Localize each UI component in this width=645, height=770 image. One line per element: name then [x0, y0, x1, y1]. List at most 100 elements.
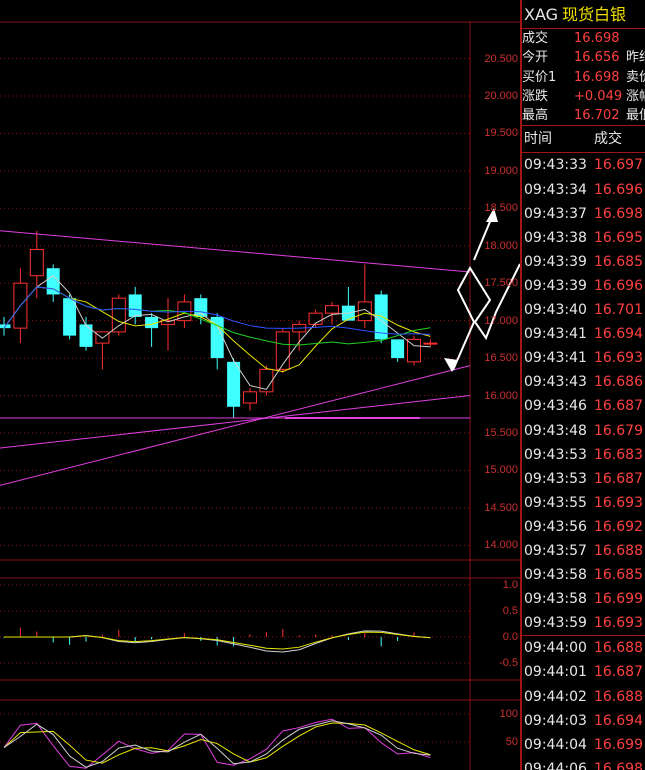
candle-body: [46, 268, 60, 295]
tick-price: 16.699: [594, 736, 643, 753]
tick-price: 16.693: [594, 494, 643, 511]
candle-body: [227, 361, 241, 407]
tick-price: 16.698: [594, 760, 643, 770]
tick-price: 16.688: [594, 640, 643, 657]
instrument-title: XAG 现货白银: [522, 0, 645, 29]
quote-label-2: 昨结: [626, 50, 645, 66]
axis-tick-label: 16.500: [484, 352, 518, 365]
axis-tick-label: 50: [505, 736, 518, 748]
tick-time: 09:43:53: [524, 470, 587, 487]
tick-time: 09:43:33: [524, 157, 587, 174]
tick-row: 09:43:55 16.693: [522, 491, 645, 515]
tick-list[interactable]: 09:43:33 16.697 09:43:34 16.696 09:43:37 16.6…: [522, 153, 645, 770]
tick-time: 09:43:39: [524, 277, 587, 294]
quote-row: 最高 16.702 最低: [522, 106, 645, 125]
tick-row: 09:43:53 16.687: [522, 467, 645, 491]
kline-chart[interactable]: 20.500 20.000 19.500 19.000 18.500 18.000 17.5…: [0, 0, 520, 770]
tick-row: 09:43:41 16.694: [522, 322, 645, 346]
quote-panel: XAG现货白银 成交 16.698 今开 16.656 昨结买价1 16.698 卖价涨跌 +…: [520, 0, 645, 770]
tick-price: 16.679: [594, 422, 643, 439]
axis-tick-label: 18.500: [484, 202, 518, 215]
tick-time: 09:43:40: [524, 302, 587, 319]
tick-row: 09:44:06 16.698: [522, 757, 645, 770]
axis-tick-label: 100: [499, 708, 518, 720]
ticks-header-price: 成交: [594, 131, 622, 148]
axis-tick-label: 18.000: [484, 239, 518, 252]
tick-time: 09:43:56: [524, 518, 587, 535]
tick-row: 09:43:41 16.693: [522, 346, 645, 370]
tick-time: 09:43:46: [524, 398, 587, 415]
quote-label: 最高: [522, 108, 549, 124]
tick-row: 09:43:40 16.701: [522, 298, 645, 322]
tick-time: 09:44:06: [524, 760, 587, 770]
tick-row: 09:44:02 16.688: [522, 685, 645, 709]
tick-price: 16.692: [594, 518, 643, 535]
tick-row: 09:43:48 16.679: [522, 419, 645, 443]
tick-price: 16.688: [594, 688, 643, 705]
quote-label: 成交: [522, 31, 549, 46]
quote-value: +0.049: [574, 88, 623, 104]
axis-tick-label: 17.500: [484, 277, 518, 290]
quote-label-2: 卖价: [626, 69, 645, 85]
tick-price: 16.693: [594, 350, 643, 367]
quote-row: 买价1 16.698 卖价: [522, 68, 645, 87]
tick-row: 09:43:58 16.685: [522, 563, 645, 587]
tick-price: 16.683: [594, 446, 643, 463]
tick-time: 09:43:38: [524, 229, 587, 246]
candle-body: [325, 305, 339, 314]
quote-label: 买价1: [522, 69, 557, 85]
axis-tick-label: 14.500: [484, 501, 518, 514]
tick-time: 09:43:48: [524, 422, 587, 439]
quote-label-2: 最低: [626, 108, 645, 124]
kline-chart-canvas[interactable]: [0, 0, 520, 770]
axis-tick-label: 19.500: [484, 127, 518, 140]
tick-time: 09:43:41: [524, 326, 587, 343]
tick-price: 16.701: [594, 302, 643, 319]
candle-body: [357, 301, 372, 322]
tick-row: 09:43:58 16.699: [522, 587, 645, 611]
quote-summary: 成交 16.698 今开 16.656 昨结买价1 16.698 卖价涨跌 +0.049涨幅最…: [522, 29, 645, 125]
axis-tick-label: 0.5: [502, 605, 518, 617]
tick-row: 09:43:38 16.695: [522, 226, 645, 250]
tick-price: 16.699: [594, 591, 643, 608]
ticks-header: 时间 成交: [522, 125, 645, 154]
tick-time: 09:43:41: [524, 350, 587, 367]
tick-row: 09:43:43 16.686: [522, 370, 645, 394]
tick-price: 16.685: [594, 253, 643, 270]
tick-row: 09:44:04 16.699: [522, 733, 645, 757]
tick-row: 09:43:39 16.696: [522, 274, 645, 298]
axis-tick-label: 14.000: [484, 539, 518, 552]
tick-time: 09:43:37: [524, 205, 587, 222]
tick-price: 16.687: [594, 470, 643, 487]
quote-value: 16.698: [574, 69, 620, 85]
tick-price: 16.694: [594, 326, 643, 343]
tick-price: 16.693: [594, 615, 643, 632]
tick-row: 09:43:59 16.693: [522, 611, 645, 635]
instrument-name: 现货白银: [562, 5, 627, 24]
tick-time: 09:43:43: [524, 374, 587, 391]
tick-time: 09:43:59: [524, 615, 587, 632]
tick-row: 09:43:56 16.692: [522, 515, 645, 539]
tick-price: 16.687: [594, 664, 643, 681]
candle-body: [243, 391, 257, 404]
candle-body: [63, 298, 77, 336]
quote-label: 涨跌: [522, 88, 549, 104]
quote-row: 今开 16.656 昨结: [522, 48, 645, 67]
axis-tick-label: 17.000: [484, 314, 518, 327]
tick-time: 09:43:53: [524, 446, 587, 463]
tick-time: 09:43:39: [524, 253, 587, 270]
quote-value: 16.702: [574, 108, 620, 124]
instrument-symbol: XAG: [524, 5, 559, 24]
quote-value: 16.656: [574, 50, 620, 66]
tick-time: 09:43:58: [524, 567, 587, 584]
tick-time: 09:44:04: [524, 736, 587, 753]
tick-price: 16.695: [594, 229, 643, 246]
tick-row: 09:43:34 16.696: [522, 178, 645, 202]
tick-price: 16.687: [594, 398, 643, 415]
tick-row: 09:43:33 16.697: [522, 153, 645, 177]
axis-tick-label: -0.5: [499, 657, 518, 669]
tick-price: 16.698: [594, 205, 643, 222]
tick-time: 09:43:57: [524, 542, 587, 559]
tick-time: 09:43:55: [524, 494, 587, 511]
axis-tick-label: 15.500: [484, 427, 518, 439]
